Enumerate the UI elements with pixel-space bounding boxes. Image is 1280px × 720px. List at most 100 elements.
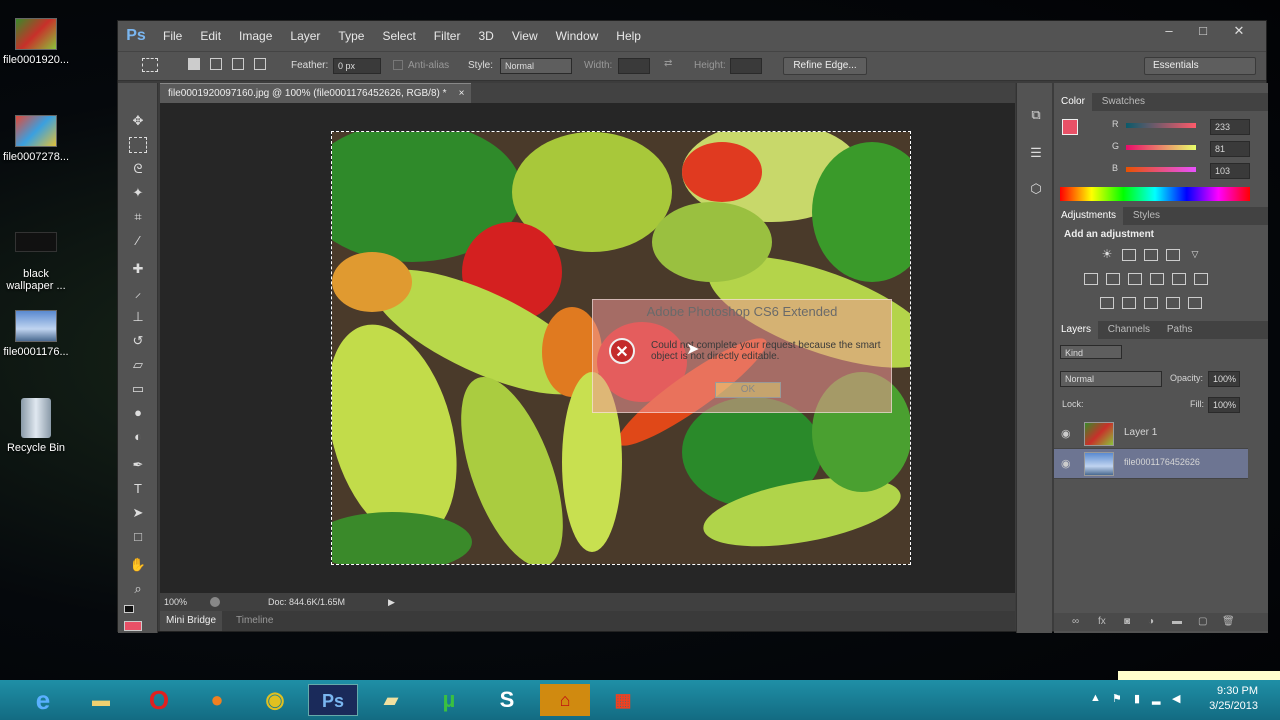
adobe-icon[interactable]: ⌂ (540, 684, 590, 716)
utorrent-icon[interactable]: µ (424, 684, 474, 716)
tab-color[interactable]: Color (1054, 93, 1092, 111)
move-tool-icon[interactable]: ✥ (129, 113, 147, 129)
anti-alias-checkbox[interactable] (393, 60, 403, 70)
marquee-tool-icon[interactable] (142, 58, 158, 72)
document-tab[interactable]: file0001920097160.jpg @ 100% (file000117… (160, 83, 471, 103)
vibrance-icon[interactable]: ▽ (1188, 249, 1202, 261)
clone-stamp-icon[interactable]: ⊥ (129, 309, 147, 325)
zoom-tool-icon[interactable]: ⌕ (129, 581, 147, 597)
history-brush-icon[interactable]: ↺ (129, 333, 147, 349)
swap-icon[interactable]: ⇄ (664, 58, 672, 69)
curves-icon[interactable] (1144, 249, 1158, 261)
brush-tool-icon[interactable]: ⸝ (129, 285, 147, 301)
battery-icon[interactable]: ▮ (1134, 692, 1140, 705)
foreground-color-swatch[interactable] (124, 621, 142, 631)
tab-layers[interactable]: Layers (1054, 321, 1099, 339)
rectangle-tool-icon[interactable]: □ (129, 529, 147, 545)
desktop-icon-wallpaper[interactable]: black wallpaper ... (0, 220, 72, 292)
black-white-icon[interactable] (1128, 273, 1142, 285)
ie-icon[interactable]: e (18, 684, 68, 716)
properties-panel-icon[interactable]: ☰ (1027, 145, 1045, 161)
menu-window[interactable]: Window (547, 29, 608, 43)
canvas-area[interactable]: Adobe Photoshop CS6 Extended ✕ Could not… (160, 103, 1015, 593)
invert-icon[interactable] (1100, 297, 1114, 309)
style-select[interactable]: Normal (500, 58, 572, 74)
subtract-selection-icon[interactable] (232, 58, 244, 70)
r-slider[interactable] (1126, 123, 1196, 128)
path-select-icon[interactable]: ➤ (129, 505, 147, 521)
b-slider[interactable] (1126, 167, 1196, 172)
chrome-icon[interactable]: ◉ (250, 684, 300, 716)
history-panel-icon[interactable]: ⧉ (1027, 107, 1045, 123)
firefox-icon[interactable]: ● (192, 684, 242, 716)
photo-filter-icon[interactable] (1150, 273, 1164, 285)
menu-select[interactable]: Select (373, 29, 424, 43)
color-spectrum[interactable] (1060, 187, 1250, 201)
menu-image[interactable]: Image (230, 29, 281, 43)
dodge-tool-icon[interactable]: ◐ (129, 429, 147, 445)
g-value[interactable]: 81 (1210, 141, 1250, 157)
new-adjustment-icon[interactable]: ◑ (1148, 613, 1154, 631)
menu-file[interactable]: File (154, 29, 191, 43)
status-info-icon[interactable] (210, 597, 220, 607)
office-icon[interactable]: ▦ (598, 684, 648, 716)
new-layer-icon[interactable]: ▢ (1198, 613, 1207, 631)
tab-paths[interactable]: Paths (1160, 321, 1200, 339)
workspace-select[interactable]: Essentials (1144, 57, 1256, 75)
maximize-button[interactable]: □ (1186, 21, 1220, 41)
menu-type[interactable]: Type (329, 29, 373, 43)
clock[interactable]: 9:30 PM 3/25/2013 (1198, 684, 1258, 714)
desktop-icon-file1[interactable]: file0001920... (0, 18, 72, 66)
tab-channels[interactable]: Channels (1101, 321, 1157, 339)
close-tab-icon[interactable]: × (459, 84, 465, 104)
tray-arrow-icon[interactable]: ▲ (1090, 692, 1101, 704)
opera-icon[interactable]: O (134, 684, 184, 716)
link-layers-icon[interactable]: ∞ (1072, 613, 1079, 631)
new-selection-icon[interactable] (188, 58, 200, 70)
menu-help[interactable]: Help (607, 29, 650, 43)
selective-color-icon[interactable] (1166, 297, 1180, 309)
g-slider[interactable] (1126, 145, 1196, 150)
color-lookup-icon[interactable] (1194, 273, 1208, 285)
feather-input[interactable]: 0 px (333, 58, 381, 74)
recycle-bin[interactable]: Recycle Bin (0, 398, 72, 454)
brightness-icon[interactable]: ☀ (1100, 248, 1114, 261)
zoom-level[interactable]: 100% (164, 593, 187, 611)
close-button[interactable]: ✕ (1222, 21, 1256, 41)
folder-icon[interactable]: ▬ (76, 684, 126, 716)
tab-swatches[interactable]: Swatches (1095, 93, 1152, 111)
hue-saturation-icon[interactable] (1084, 273, 1098, 285)
fx-icon[interactable]: fx (1098, 613, 1106, 631)
width-input[interactable] (618, 58, 650, 74)
opacity-input[interactable]: 100% (1208, 371, 1240, 387)
levels-icon[interactable] (1122, 249, 1136, 261)
dialog-ok-button[interactable]: OK (715, 382, 781, 398)
photoshop-icon[interactable]: Ps (308, 684, 358, 716)
menu-edit[interactable]: Edit (191, 29, 230, 43)
menu-view[interactable]: View (503, 29, 547, 43)
default-colors-icon[interactable] (124, 605, 134, 613)
menu-filter[interactable]: Filter (425, 29, 470, 43)
gradient-icon[interactable]: ▭ (129, 381, 147, 397)
foreground-color-chip[interactable] (1062, 119, 1078, 135)
eraser-icon[interactable]: ▱ (129, 357, 147, 373)
intersect-selection-icon[interactable] (254, 58, 266, 70)
tab-styles[interactable]: Styles (1126, 207, 1167, 225)
layer-kind-filter[interactable]: Kind (1060, 345, 1122, 359)
tab-mini-bridge[interactable]: Mini Bridge (160, 611, 223, 631)
delete-layer-icon[interactable]: 🗑 (1222, 613, 1235, 631)
exposure-icon[interactable] (1166, 249, 1180, 261)
gradient-map-icon[interactable] (1188, 297, 1202, 309)
explorer-icon[interactable]: ▰ (366, 684, 416, 716)
b-value[interactable]: 103 (1210, 163, 1250, 179)
eyedropper-icon[interactable]: ⁄ (129, 233, 147, 249)
visibility-eye-icon[interactable]: ◉ (1061, 427, 1071, 440)
blur-tool-icon[interactable]: ● (129, 405, 147, 421)
desktop-icon-file3[interactable]: file0001176... (0, 310, 72, 358)
skype-icon[interactable]: S (482, 684, 532, 716)
tab-timeline[interactable]: Timeline (230, 611, 279, 631)
menu-layer[interactable]: Layer (281, 29, 329, 43)
network-icon[interactable]: ▂ (1152, 692, 1160, 705)
healing-brush-icon[interactable]: ✚ (129, 261, 147, 277)
marquee-tool-icon[interactable] (129, 137, 147, 153)
